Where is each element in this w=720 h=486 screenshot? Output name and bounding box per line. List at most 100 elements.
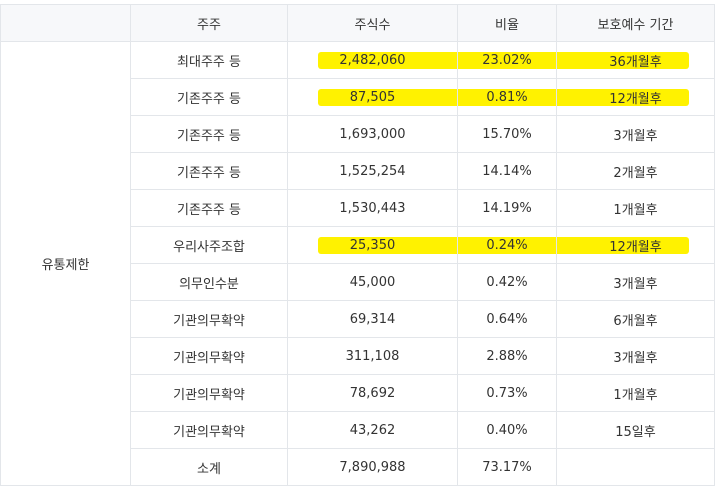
holder-text: 기관의무확약	[173, 313, 245, 329]
period-text: 12개월후	[609, 91, 662, 107]
holder-cell: 소계	[130, 448, 288, 486]
ratio-cell: 0.81%	[457, 78, 557, 116]
shares-cell: 1,525,254	[287, 152, 458, 190]
period-cell: 12개월후	[556, 226, 715, 264]
holder-cell: 기존주주 등	[130, 152, 288, 190]
holder-cell: 기존주주 등	[130, 189, 288, 227]
holder-cell: 기관의무확약	[130, 337, 288, 375]
group-label: 유통제한	[41, 258, 90, 273]
holder-cell: 의무인수분	[130, 263, 288, 301]
ratio-text: 15.70%	[482, 126, 532, 142]
ratio-cell: 14.19%	[457, 189, 557, 227]
holder-cell: 기관의무확약	[130, 300, 288, 338]
shares-cell: 87,505	[287, 78, 458, 116]
table-row: 유통제한 최대주주 등 2,482,060 23.02% 36개월후	[0, 41, 715, 486]
ratio-cell: 15.70%	[457, 115, 557, 153]
period-cell: 12개월후	[556, 78, 715, 116]
ratio-text: 14.19%	[482, 200, 532, 216]
holder-text: 기존주주 등	[177, 202, 241, 218]
holder-text: 기관의무확약	[173, 387, 245, 403]
header-shares: 주식수	[287, 4, 458, 42]
shares-text: 78,692	[349, 385, 396, 401]
period-cell: 3개월후	[556, 115, 715, 153]
holder-text: 기존주주 등	[177, 91, 241, 107]
ratio-cell: 14.14%	[457, 152, 557, 190]
ratio-text: 73.17%	[482, 459, 532, 475]
holder-cell: 기존주주 등	[130, 115, 288, 153]
period-text: 1개월후	[613, 387, 658, 403]
shares-text: 69,314	[349, 311, 396, 327]
ratio-text: 0.81%	[486, 89, 528, 105]
period-cell: 36개월후	[556, 41, 715, 79]
ratio-text: 0.42%	[486, 274, 528, 290]
holder-text: 기관의무확약	[173, 424, 245, 440]
holder-cell: 기관의무확약	[130, 374, 288, 412]
holder-cell: 기관의무확약	[130, 411, 288, 449]
shares-text: 45,000	[349, 274, 396, 290]
period-cell: 6개월후	[556, 300, 715, 338]
shares-cell: 7,890,988	[287, 448, 458, 486]
shares-cell: 1,530,443	[287, 189, 458, 227]
period-text: 3개월후	[613, 128, 658, 144]
shares-text: 7,890,988	[339, 459, 406, 475]
holder-cell: 최대주주 등	[130, 41, 288, 79]
ratio-cell: 0.24%	[457, 226, 557, 264]
shares-text: 43,262	[349, 422, 396, 438]
table-body: 유통제한 최대주주 등 2,482,060 23.02% 36개월후기존주주 등 87,5…	[0, 41, 715, 486]
period-text: 2개월후	[613, 165, 658, 181]
period-cell: 2개월후	[556, 152, 715, 190]
holder-text: 기존주주 등	[177, 128, 241, 144]
holder-text: 최대주주 등	[177, 54, 241, 70]
period-cell: 1개월후	[556, 374, 715, 412]
ratio-text: 23.02%	[482, 52, 532, 68]
holder-text: 의무인수분	[179, 276, 239, 292]
period-cell: 3개월후	[556, 263, 715, 301]
shares-cell: 43,262	[287, 411, 458, 449]
period-text: 3개월후	[613, 350, 658, 366]
ratio-cell: 73.17%	[457, 448, 557, 486]
period-text: 36개월후	[609, 54, 662, 70]
ratio-text: 14.14%	[482, 163, 532, 179]
period-cell: 1개월후	[556, 189, 715, 227]
holder-text: 기존주주 등	[177, 165, 241, 181]
shares-text: 87,505	[349, 89, 396, 105]
ratio-text: 2.88%	[486, 348, 528, 364]
shares-text: 1,693,000	[339, 126, 406, 142]
holder-cell: 우리사주조합	[130, 226, 288, 264]
holder-text: 소계	[197, 461, 221, 477]
ratio-text: 0.40%	[486, 422, 528, 438]
shares-cell: 45,000	[287, 263, 458, 301]
header-period: 보호예수 기간	[556, 4, 715, 42]
shares-cell: 25,350	[287, 226, 458, 264]
period-text: 3개월후	[613, 276, 658, 292]
shares-cell: 78,692	[287, 374, 458, 412]
shares-cell: 69,314	[287, 300, 458, 338]
header-ratio: 비율	[457, 4, 557, 42]
holder-cell: 기존주주 등	[130, 78, 288, 116]
holder-text: 기관의무확약	[173, 350, 245, 366]
ratio-cell: 0.73%	[457, 374, 557, 412]
shares-text: 2,482,060	[339, 52, 406, 68]
header-blank	[0, 4, 131, 42]
group-label-cell: 유통제한	[0, 41, 131, 486]
ratio-text: 0.24%	[486, 237, 528, 253]
shares-text: 1,530,443	[339, 200, 406, 216]
shares-text: 1,525,254	[339, 163, 406, 179]
ratio-text: 0.73%	[486, 385, 528, 401]
ratio-cell: 23.02%	[457, 41, 557, 79]
period-cell	[556, 448, 715, 486]
ratio-cell: 0.64%	[457, 300, 557, 338]
shares-cell: 2,482,060	[287, 41, 458, 79]
shares-cell: 1,693,000	[287, 115, 458, 153]
period-text: 12개월후	[609, 239, 662, 255]
period-text: 15일후	[615, 424, 656, 440]
header-holder: 주주	[130, 4, 288, 42]
ratio-cell: 2.88%	[457, 337, 557, 375]
lockup-table: 주주 주식수 비율 보호예수 기간 유통제한 최대주주 등 2,482,060 23.…	[0, 4, 715, 486]
period-text: 1개월후	[613, 202, 658, 218]
shares-text: 25,350	[349, 237, 396, 253]
shares-text: 311,108	[345, 348, 400, 364]
period-text: 6개월후	[613, 313, 658, 329]
shareholder-lockup-page: 주주 주식수 비율 보호예수 기간 유통제한 최대주주 등 2,482,060 23.…	[0, 0, 720, 486]
holder-text: 우리사주조합	[173, 239, 245, 255]
